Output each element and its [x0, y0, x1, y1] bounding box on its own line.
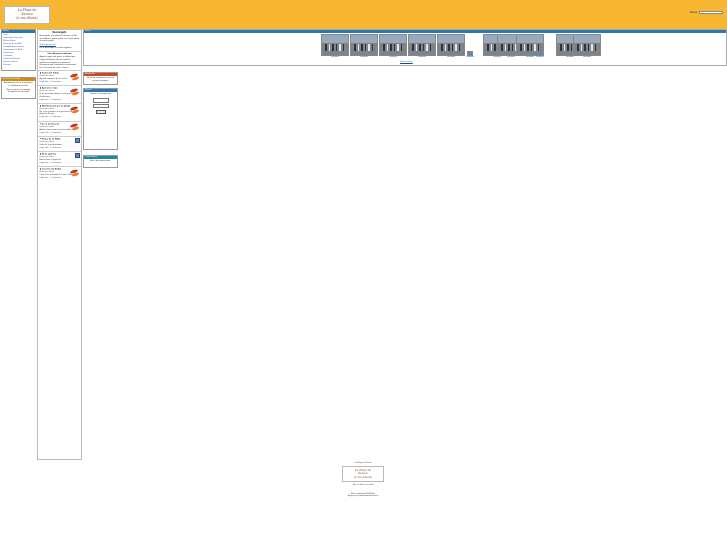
- who-online-box: Qui està en línia Actualment hi ha 3 vis…: [1, 77, 36, 99]
- photo-caption[interactable]: Fotografia: [573, 57, 601, 59]
- posts-list: Festa del Poble Enviat per admin Agenda co…: [38, 70, 81, 180]
- photo-caption[interactable]: Fotografia: [321, 57, 349, 59]
- photo-icon: [74, 153, 80, 159]
- gallery-item[interactable]: Fotografia: [573, 34, 601, 59]
- footer: La Plaça de Xeraco La Plaça de Xeraco (e…: [290, 462, 436, 498]
- photo-gallery: Fotos Fotografia Fotografia Fotografia Foto…: [83, 29, 727, 66]
- photo-thumbnail[interactable]: [408, 34, 436, 56]
- photo-caption[interactable]: Fotografia: [536, 57, 544, 59]
- password-field[interactable]: [92, 103, 109, 109]
- left-menu-list: Inici Informació General Meteo Flash Normes…: [2, 33, 35, 67]
- post-links[interactable]: Llegir més... | Comentaris: [40, 162, 80, 164]
- photo-thumbnail[interactable]: [379, 34, 407, 56]
- footer-line-1: La Plaça de Xeraco: [354, 462, 372, 464]
- post-links[interactable]: Llegir més... | Comentaris: [40, 116, 80, 118]
- login-box: Entrar Usuari / Contrasenya: [83, 88, 118, 150]
- topic-logo: [69, 123, 80, 132]
- search-input[interactable]: [699, 11, 723, 14]
- poll-text: No hi ha enquestes actives en este momen…: [86, 77, 115, 83]
- news-post: Aprovat el pla Enviat per admin El ple mun…: [38, 85, 81, 102]
- post-links[interactable]: Llegir més... | Comentaris: [40, 99, 80, 101]
- news-post: Nova galeria Enviat per admin Noves fotos …: [38, 151, 81, 165]
- topic-logo: [69, 72, 80, 82]
- footer-line-4: Pàgina generada automàticament: [347, 495, 379, 498]
- photo-thumbnail[interactable]: [437, 34, 465, 56]
- site-logo[interactable]: La Plaça de Xeraco (e res Ahora): [4, 6, 50, 24]
- gallery-item[interactable]: Fotografia: [350, 34, 378, 59]
- news-section-text: Aquest espai està obert a tothom que vul…: [39, 56, 76, 69]
- login-text: Usuari / Contrasenya: [90, 93, 111, 96]
- photo-caption[interactable]: Fotografia: [466, 57, 474, 59]
- topic-logo: [69, 168, 80, 178]
- gallery-item[interactable]: Fotografia: [408, 34, 436, 59]
- news-post: Ja és primavera Enviat per admin Arriba el…: [38, 120, 81, 135]
- topic-logo: [69, 105, 80, 115]
- photo-caption[interactable]: Fotografia: [408, 57, 436, 59]
- username-field[interactable]: [92, 98, 109, 103]
- footer-logo-line-3: (e res Ahora): [353, 474, 373, 479]
- news-post: Fotos de la Mitja Enviat per admin Fotos d…: [38, 135, 81, 150]
- footer-logo[interactable]: La Plaça de Xeraco (e res Ahora): [342, 466, 384, 483]
- gallery-title: Fotos: [84, 30, 726, 34]
- news-post: Manifestació per la platja Enviat per adm…: [38, 103, 81, 120]
- register-link[interactable]: Vull registrar-me!: [38, 44, 81, 47]
- footer-line-2: Tots els drets reservats: [352, 484, 374, 487]
- photo-caption[interactable]: Fotografia: [350, 57, 378, 59]
- logo-line-3: (e res Ahora): [16, 15, 38, 20]
- login-button[interactable]: [95, 109, 106, 115]
- news-post: Concert de Nadal Enviat per admin Concert …: [38, 166, 81, 180]
- gallery-item[interactable]: Fotografia: [466, 34, 474, 59]
- search-label: Buscar: [690, 11, 698, 14]
- gallery-item[interactable]: Fotografia: [437, 34, 465, 59]
- photo-thumbnail[interactable]: [467, 51, 474, 56]
- news-post: Festa del Poble Enviat per admin Agenda co…: [38, 70, 81, 84]
- menu-item[interactable]: Fòrums: [2, 64, 35, 67]
- photo-icon: [74, 138, 80, 144]
- who-online-text-2[interactable]: Pots crear-te un compte d'usuari fent cl…: [2, 88, 35, 95]
- photo-thumbnail[interactable]: [321, 34, 349, 56]
- photo-thumbnail[interactable]: [537, 51, 544, 56]
- topic-logo: [69, 87, 80, 97]
- main-column: Benvinguts Benvinguts a la plaça de Xera…: [37, 29, 82, 460]
- left-menu: Menú Inici Informació General Meteo Flash N…: [1, 29, 36, 71]
- gallery-item[interactable]: Fotografia: [536, 34, 544, 59]
- photo-caption[interactable]: Fotografia: [437, 57, 465, 59]
- top-banner: [0, 0, 727, 29]
- poll-box: Enquesta No hi ha enquestes actives en e…: [83, 72, 118, 85]
- photo-thumbnail[interactable]: [350, 34, 378, 56]
- photo-thumbnail[interactable]: [573, 34, 601, 56]
- gallery-more-link[interactable]: Totes les fotos: [400, 61, 413, 63]
- gallery-item[interactable]: Fotografia: [379, 34, 407, 59]
- post-links[interactable]: Llegir més... | Comentaris: [40, 147, 80, 149]
- welcome-text: Benvinguts a la plaça de Xeraco, un lloc…: [39, 34, 80, 43]
- gallery-item[interactable]: Fotografia: [321, 34, 349, 59]
- welcome-text-2: Per a participar cal estar registrat.: [39, 47, 72, 50]
- comments-box: Comentaris No hi ha comentaris.: [83, 155, 118, 168]
- comments-text: No hi ha comentaris.: [90, 160, 111, 163]
- photo-caption[interactable]: Fotografia: [379, 57, 407, 59]
